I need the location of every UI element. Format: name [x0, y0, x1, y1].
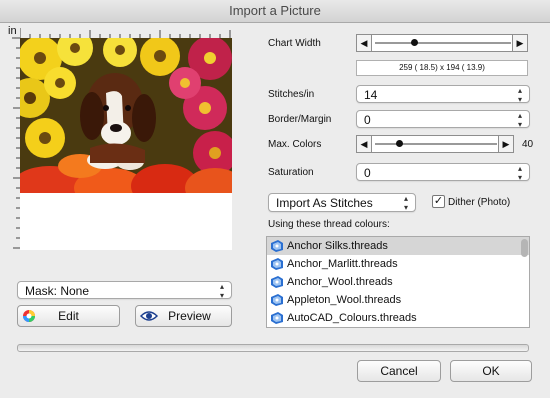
preview-button[interactable]: Preview — [135, 305, 232, 327]
chart-width-value: 259 ( 18.5) x 194 ( 13.9) — [356, 60, 528, 76]
max-colors-slider-knob[interactable] — [396, 140, 404, 147]
saturation-dropdown[interactable]: 0 ▴ ▾ — [356, 163, 530, 182]
thread-list-item-label: AutoCAD_Colours.threads — [287, 312, 417, 324]
stitches-per-in-label: Stitches/in — [268, 89, 315, 100]
max-colors-increase-arrow[interactable]: ▶ — [498, 136, 513, 152]
max-colors-label: Max. Colors — [268, 139, 322, 150]
stitches-per-in-value: 14 — [364, 88, 378, 102]
chart-width-slider[interactable]: ◀ ▶ — [356, 34, 528, 52]
thread-list-item[interactable]: Appleton_Wool.threads — [267, 291, 529, 309]
thread-list-item-label: Appleton_Wool.threads — [287, 294, 402, 306]
thread-list-item-label: Anchor Silks.threads — [287, 240, 388, 252]
border-margin-dropdown[interactable]: 0 ▴ ▾ — [356, 110, 530, 129]
thread-file-icon — [271, 258, 283, 270]
max-colors-value: 40 — [522, 139, 534, 150]
chevron-updown-icon: ▴ ▾ — [403, 194, 408, 212]
checkmark-icon: ✓ — [433, 195, 444, 207]
thread-file-icon — [271, 312, 283, 324]
chart-width-label: Chart Width — [268, 38, 321, 49]
color-wheel-icon — [23, 310, 35, 322]
cancel-button-label: Cancel — [380, 364, 418, 378]
eye-icon — [140, 311, 158, 321]
chevron-updown-icon: ▴ ▾ — [517, 86, 522, 104]
mask-dropdown[interactable]: Mask: None ▴ ▾ — [17, 281, 232, 300]
edit-button[interactable]: Edit — [17, 305, 120, 327]
import-mode-value: Import As Stitches — [276, 196, 373, 210]
thread-list-item[interactable]: Anchor Silks.threads — [267, 237, 529, 255]
thread-file-icon — [271, 240, 283, 252]
thread-list-scrollbar[interactable] — [521, 239, 528, 257]
ruler-top — [20, 28, 231, 38]
chevron-updown-icon: ▴ ▾ — [219, 282, 224, 300]
dither-checkbox[interactable]: ✓ — [432, 195, 445, 208]
chart-width-increase-arrow[interactable]: ▶ — [512, 35, 527, 51]
edit-button-label: Edit — [58, 309, 79, 323]
ok-button-label: OK — [482, 364, 500, 378]
ok-button[interactable]: OK — [450, 360, 532, 382]
max-colors-decrease-arrow[interactable]: ◀ — [357, 136, 372, 152]
chart-width-track — [375, 42, 511, 44]
thread-list-item[interactable]: Anchor_Wool.threads — [267, 273, 529, 291]
chart-width-slider-knob[interactable] — [411, 39, 419, 46]
picture-preview-image — [20, 38, 232, 193]
chevron-updown-icon: ▴ ▾ — [517, 164, 522, 182]
border-margin-label: Border/Margin — [268, 114, 332, 125]
thread-list-item-label: Anchor_Wool.threads — [287, 276, 393, 288]
thread-list[interactable]: Anchor Silks.threads Anchor_Marlitt.threa… — [266, 236, 530, 328]
import-mode-dropdown[interactable]: Import As Stitches ▴ ▾ — [268, 193, 416, 212]
progress-bar — [17, 344, 529, 352]
chart-width-decrease-arrow[interactable]: ◀ — [357, 35, 372, 51]
preview-button-label: Preview — [168, 309, 211, 323]
ruler-left — [12, 37, 20, 249]
border-margin-value: 0 — [364, 113, 371, 127]
chevron-updown-icon: ▴ ▾ — [517, 111, 522, 129]
thread-file-icon — [271, 294, 283, 306]
cancel-button[interactable]: Cancel — [357, 360, 441, 382]
thread-file-icon — [271, 276, 283, 288]
saturation-label: Saturation — [268, 167, 314, 178]
thread-list-item-label: Anchor_Marlitt.threads — [287, 258, 398, 270]
stitches-per-in-dropdown[interactable]: 14 ▴ ▾ — [356, 85, 530, 104]
window-titlebar: Import a Picture — [0, 0, 550, 23]
dither-label: Dither (Photo) — [448, 197, 511, 208]
max-colors-track — [375, 143, 497, 145]
window-title: Import a Picture — [229, 3, 321, 18]
thread-list-item[interactable]: Anchor_Marlitt.threads — [267, 255, 529, 273]
saturation-value: 0 — [364, 166, 371, 180]
thread-list-item[interactable]: AutoCAD_Colours.threads — [267, 309, 529, 327]
mask-dropdown-value: Mask: None — [25, 284, 90, 298]
thread-colours-heading: Using these thread colours: — [268, 219, 390, 230]
max-colors-slider[interactable]: ◀ ▶ — [356, 135, 514, 153]
